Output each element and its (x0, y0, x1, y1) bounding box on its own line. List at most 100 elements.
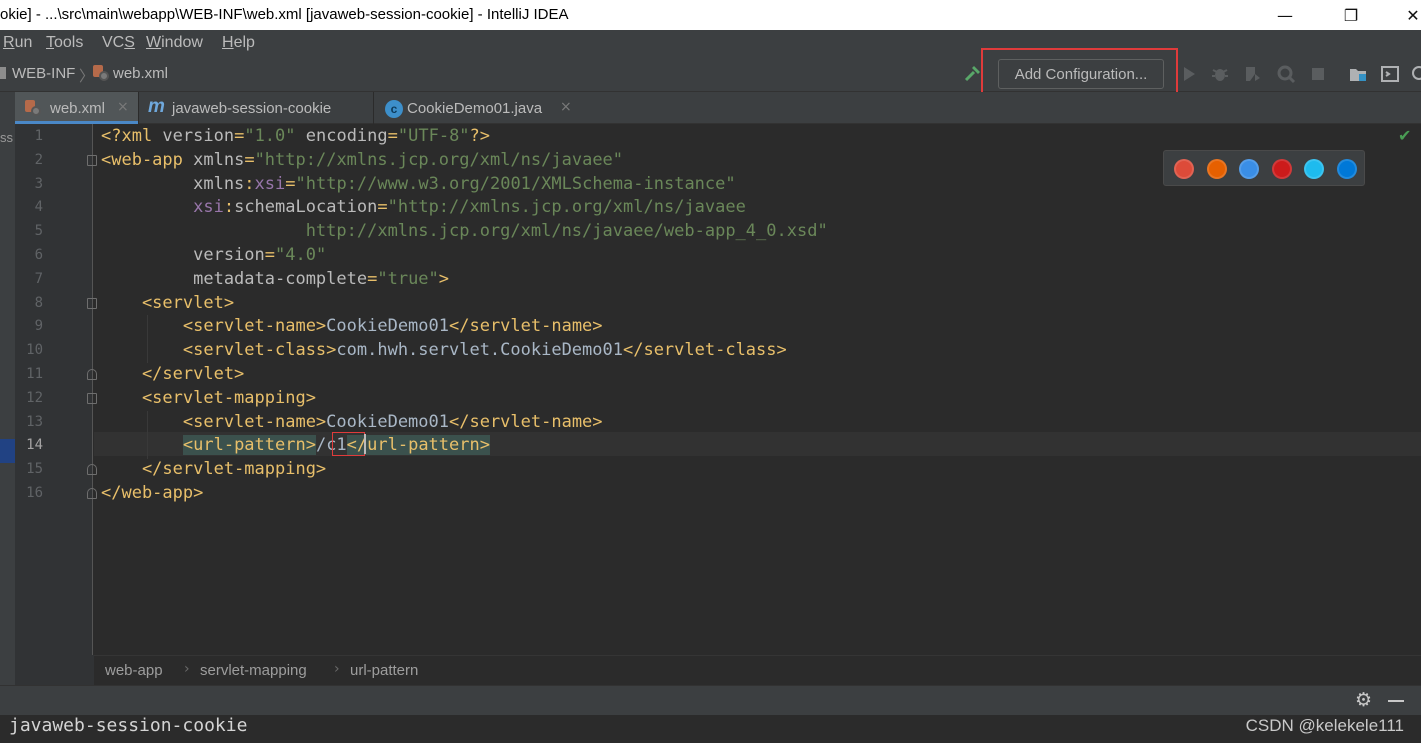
menu-run[interactable]: Run (3, 34, 32, 52)
firefox-icon[interactable] (1206, 159, 1227, 179)
inspection-ok-icon[interactable]: ✔ (1398, 126, 1411, 145)
line-number: 6 (34, 247, 43, 263)
menu-bar: Run Tools VCS Window Help (0, 30, 1421, 57)
line-number: 3 (34, 175, 43, 192)
breadcrumb-gutter (15, 655, 94, 685)
code-line: metadata-complete="true"> (101, 268, 450, 289)
code-line: <servlet-name>CookieDemo01</servlet-name… (101, 316, 603, 337)
tab-javaweb-session-cookie[interactable]: m javaweb-session-cookie (139, 92, 373, 124)
fold-end-marker[interactable] (87, 464, 97, 476)
chrome-icon[interactable] (1174, 159, 1194, 179)
hide-panel-icon[interactable] (1388, 700, 1404, 702)
nav-crumb-web-xml[interactable]: web.xml (113, 65, 168, 82)
code-line: <servlet> (101, 292, 235, 313)
debug-icon[interactable] (1210, 64, 1230, 84)
browser-popup (1163, 150, 1365, 186)
line-number: 13 (26, 413, 43, 430)
code-line: http://xmlns.jcp.org/xml/ns/javaee/web-a… (101, 221, 828, 242)
tab-web-xml[interactable]: web.xml × (15, 92, 138, 124)
annotation-text-box (332, 432, 365, 456)
code-line: <servlet-mapping> (101, 387, 316, 408)
tab-label: CookieDemo01.java (407, 100, 543, 117)
breadcrumb-servlet-mapping[interactable]: servlet-mapping (200, 662, 307, 679)
code-line: version="4.0" (101, 245, 327, 265)
tool-window-header (0, 685, 1421, 715)
code-line: <?xml version="1.0" encoding="UTF-8"?> (101, 126, 491, 146)
menu-vcs[interactable]: VCS (102, 34, 135, 52)
project-panel-text: ss (0, 130, 13, 145)
menu-window[interactable]: Window (146, 34, 203, 52)
navigation-bar: WEB-INF 〉 web.xml (0, 57, 1421, 92)
project-name: javaweb-session-cookie (9, 715, 248, 736)
gear-icon[interactable]: ⚙ (1355, 689, 1372, 711)
xml-file-icon (25, 100, 41, 116)
coverage-icon[interactable] (1243, 64, 1263, 84)
tab-cookiedemo01-java[interactable]: c CookieDemo01.java × (374, 92, 582, 124)
line-number: 8 (34, 294, 43, 311)
fold-start-marker[interactable] (87, 154, 97, 166)
profiler-icon[interactable] (1276, 64, 1296, 84)
editor-tab-bar: web.xml × m javaweb-session-cookie c Coo… (15, 92, 1421, 124)
menu-help[interactable]: Help (222, 34, 255, 52)
line-number: 4 (34, 199, 43, 216)
ie-icon[interactable] (1304, 159, 1324, 179)
code-line: <url-pattern>/c1</url-pattern> (182, 435, 490, 456)
line-number: 14 (26, 437, 43, 454)
build-hammer-icon[interactable] (963, 64, 983, 84)
fold-start-marker[interactable] (87, 297, 97, 309)
maximize-button[interactable]: ❐ (1328, 0, 1374, 30)
tab-label: web.xml (50, 100, 106, 117)
stop-icon[interactable] (1308, 64, 1328, 84)
line-number: 1 (34, 128, 43, 144)
fold-start-marker[interactable] (87, 392, 97, 404)
line-number: 7 (34, 270, 43, 287)
terminal-icon[interactable] (1380, 64, 1400, 84)
code-line: <servlet-name>CookieDemo01</servlet-name… (101, 411, 603, 432)
edge-icon[interactable] (1336, 159, 1357, 179)
xml-file-icon (93, 65, 109, 81)
folder-icon (0, 67, 6, 79)
tab-close-icon[interactable]: × (560, 99, 572, 115)
watermark: CSDN @kelekele111 (1245, 716, 1404, 735)
tab-close-icon[interactable]: × (117, 99, 129, 115)
tab-label: javaweb-session-cookie (172, 100, 332, 117)
nav-crumb-web-inf[interactable]: WEB-INF (12, 65, 75, 82)
opera-icon[interactable] (1271, 159, 1292, 179)
fold-end-marker[interactable] (87, 488, 97, 499)
search-icon[interactable] (1410, 64, 1421, 84)
line-number: 16 (26, 485, 43, 501)
close-window-button[interactable]: ✕ (1390, 0, 1421, 30)
window-title: okie] - ...\src\main\webapp\WEB-INF\web.… (0, 6, 569, 23)
menu-tools[interactable]: Tools (46, 34, 83, 52)
code-line: </servlet-mapping> (101, 459, 327, 480)
code-line: <servlet-class>com.hwh.servlet.CookieDem… (101, 340, 787, 361)
project-structure-icon[interactable] (1348, 64, 1368, 84)
line-number: 5 (34, 223, 43, 240)
line-number: 9 (34, 318, 43, 335)
project-panel-selection (0, 439, 15, 463)
code-line: xmlns:xsi="http://www.w3.org/2001/XMLSch… (101, 173, 736, 194)
java-class-icon: c (385, 100, 403, 118)
code-line: <web-app xmlns="http://xmlns.jcp.org/xml… (101, 149, 624, 170)
minimize-button[interactable]: — (1262, 0, 1308, 30)
line-number: 15 (26, 461, 43, 478)
code-line: xsi:schemaLocation="http://xmlns.jcp.org… (101, 197, 746, 218)
project-panel-strip: ss (0, 92, 15, 685)
nav-separator: 〉 (79, 68, 95, 85)
maven-m-icon: m (148, 96, 165, 117)
code-line: </web-app> (101, 483, 204, 503)
line-number: 2 (34, 151, 43, 168)
line-number: 10 (26, 342, 43, 359)
line-number: 12 (26, 389, 43, 406)
run-icon[interactable] (1179, 64, 1199, 84)
breadcrumb-url-pattern[interactable]: url-pattern (350, 662, 418, 679)
safari-icon[interactable] (1239, 159, 1259, 179)
fold-end-marker[interactable] (87, 369, 97, 380)
window-title-bar: okie] - ...\src\main\webapp\WEB-INF\web.… (0, 0, 1421, 30)
code-line: </servlet> (101, 364, 245, 384)
tool-window-content: javaweb-session-cookie CSDN @kelekele111 (0, 715, 1421, 743)
breadcrumb-web-app[interactable]: web-app (105, 662, 163, 679)
breadcrumb: web-app › servlet-mapping › url-pattern (94, 655, 1421, 685)
line-number: 11 (26, 366, 43, 382)
text-caret (364, 434, 366, 454)
